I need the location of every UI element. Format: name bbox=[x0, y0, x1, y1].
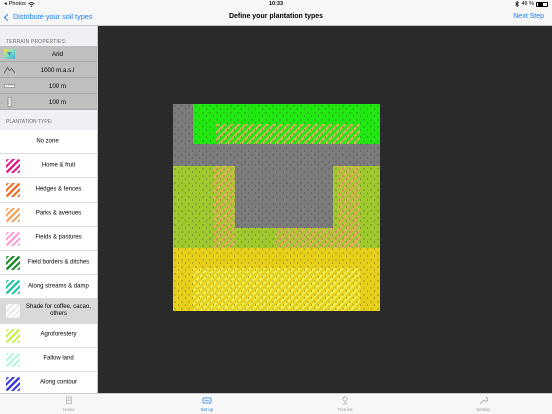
width-ruler-icon bbox=[4, 84, 15, 88]
status-time: 10:33 bbox=[268, 1, 284, 7]
plantation-item-label: Hedges & fences bbox=[35, 186, 82, 193]
hatch-swatch-icon bbox=[6, 304, 20, 319]
terrain-row-width[interactable]: 100 m bbox=[0, 78, 97, 94]
tree-list-icon bbox=[342, 396, 348, 405]
mountain-icon bbox=[4, 66, 15, 74]
hatch-swatch-icon bbox=[6, 352, 20, 367]
plantation-item-home-fruit[interactable]: Home & fruit bbox=[0, 154, 97, 179]
hatch-swatch-icon bbox=[6, 207, 20, 222]
plantation-item-label: Along contour bbox=[39, 379, 78, 386]
plantation-item-hedges-fences[interactable]: Hedges & fences bbox=[0, 178, 97, 203]
tab-tree-list[interactable]: Tree list bbox=[315, 396, 375, 412]
plantation-item-label: Agroforestery bbox=[40, 331, 77, 338]
next-step-button[interactable]: Next Step bbox=[513, 13, 544, 20]
hatch-swatch-icon bbox=[6, 255, 20, 270]
plantation-item-fields-pastures[interactable]: Fields & pastures bbox=[0, 226, 97, 251]
plantation-item-parks-avenues[interactable]: Parks & avenues bbox=[0, 202, 97, 227]
battery-percent: 46 % bbox=[521, 1, 534, 7]
sidebar: TERRAIN PROPERTIES: Arid 1000 m.a.s.l 10… bbox=[0, 26, 98, 393]
status-right: 46 % bbox=[515, 1, 548, 7]
soil-type-icon bbox=[4, 49, 15, 59]
terrain-properties-header: TERRAIN PROPERTIES: bbox=[0, 26, 97, 46]
plantation-type-header: PLANTATION TYPE: bbox=[0, 110, 97, 130]
plantation-item-label: Parks & avenues bbox=[35, 210, 82, 217]
height-ruler-icon bbox=[7, 97, 12, 107]
terrain-altitude-value: 1000 m.a.s.l bbox=[40, 67, 75, 74]
tab-setting-label: Setting bbox=[476, 407, 490, 412]
hatch-swatch-icon bbox=[6, 183, 20, 198]
plantation-type-list: No zone Home & fruit Hedges & fences Par… bbox=[0, 130, 97, 393]
plantation-item-no-zone[interactable]: No zone bbox=[0, 130, 97, 155]
tab-setup-label: Set up bbox=[200, 407, 214, 412]
terrain-width-value: 100 m bbox=[48, 83, 67, 90]
plantation-map[interactable] bbox=[173, 104, 380, 311]
wrench-icon bbox=[479, 396, 488, 405]
terrain-row-soil[interactable]: Arid bbox=[0, 46, 97, 62]
setup-icon bbox=[202, 397, 212, 404]
plantation-item-label: Home & fruit bbox=[41, 162, 76, 169]
navigation-bar: Distribute your soil types Define your p… bbox=[0, 9, 552, 26]
hatch-swatch-icon bbox=[6, 376, 20, 391]
hatch-swatch-icon bbox=[6, 328, 20, 343]
plantation-item-fallow-land[interactable]: Fallow land bbox=[0, 347, 97, 372]
map-canvas[interactable] bbox=[98, 26, 552, 393]
plantation-item-field-borders[interactable]: Field borders & ditches bbox=[0, 250, 97, 276]
plantation-item-label: Fallow land bbox=[43, 355, 74, 362]
tab-home[interactable]: Home bbox=[39, 396, 99, 412]
terrain-soil-value: Arid bbox=[51, 51, 63, 58]
tab-setting[interactable]: Setting bbox=[453, 396, 513, 412]
plantation-item-label: Fields & pastures bbox=[35, 234, 82, 241]
hatch-swatch-icon bbox=[6, 159, 20, 174]
plantation-item-label: No zone bbox=[36, 137, 59, 144]
home-icon bbox=[66, 396, 72, 404]
plantation-item-agroforestery[interactable]: Agroforestery bbox=[0, 323, 97, 348]
plantation-item-label: Shade for coffee, cacao, others bbox=[26, 303, 91, 317]
tab-bar: Home Set up Tree list Setting bbox=[0, 393, 552, 414]
plantation-item-label: Along streams & damp bbox=[28, 283, 89, 290]
plantation-item-along-streams[interactable]: Along streams & damp bbox=[0, 275, 97, 300]
terrain-height-value: 100 m bbox=[48, 99, 67, 106]
app-window: ◂ Photos 10:33 46 % Distribute your soil… bbox=[0, 0, 552, 414]
terrain-row-altitude[interactable]: 1000 m.a.s.l bbox=[0, 62, 97, 78]
hatch-swatch-icon bbox=[6, 231, 20, 246]
page-title: Define your plantation types bbox=[228, 13, 324, 20]
tab-setup[interactable]: Set up bbox=[177, 396, 237, 412]
plantation-item-along-contour[interactable]: Along contour bbox=[0, 371, 97, 393]
plantation-item-label: Field borders & ditches bbox=[27, 258, 90, 265]
hatch-swatch-icon bbox=[6, 280, 20, 295]
tab-home-label: Home bbox=[63, 407, 75, 412]
terrain-row-height[interactable]: 100 m bbox=[0, 94, 97, 110]
tab-tree-list-label: Tree list bbox=[337, 407, 353, 412]
plantation-item-shade[interactable]: Shade for coffee, cacao, others bbox=[0, 299, 97, 324]
status-bar: ◂ Photos 10:33 46 % bbox=[0, 0, 552, 9]
battery-icon bbox=[536, 1, 548, 7]
terrain-dots-overlay bbox=[173, 104, 380, 311]
bluetooth-icon bbox=[515, 1, 520, 7]
